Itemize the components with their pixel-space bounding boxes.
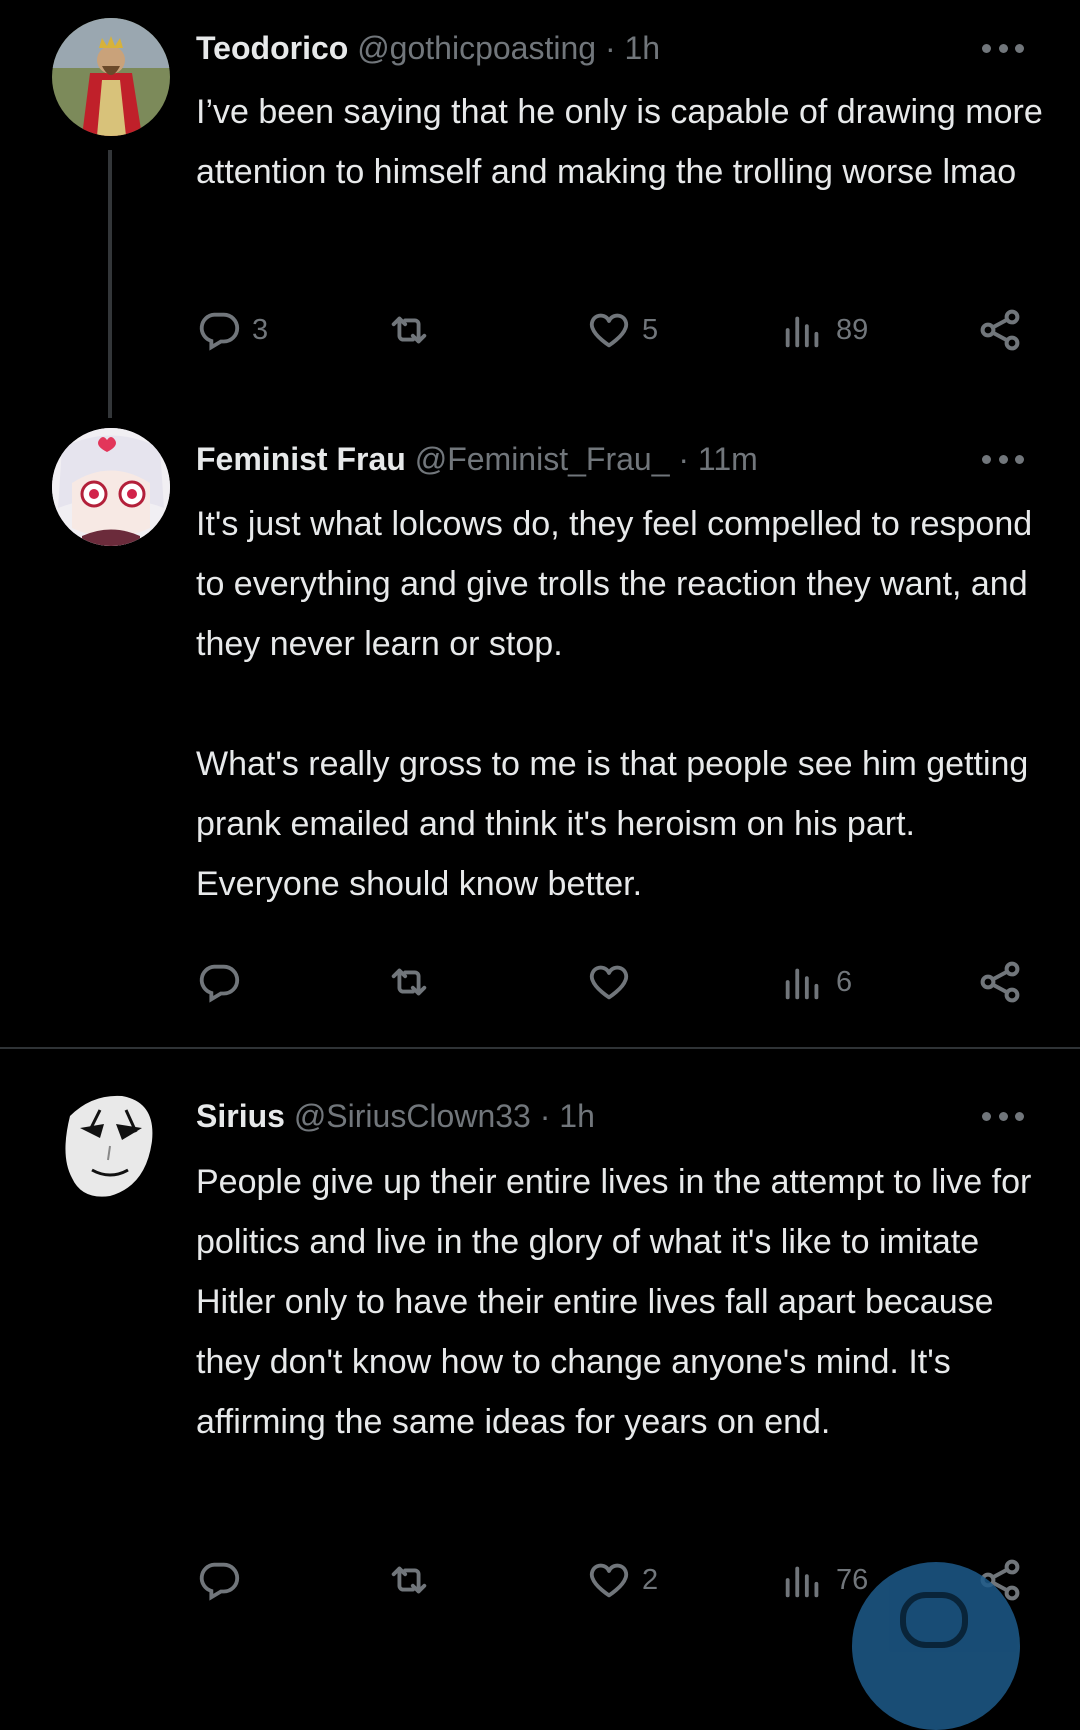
retweet-button[interactable]: [386, 1552, 442, 1608]
views-button[interactable]: 76: [780, 1552, 868, 1608]
views-button[interactable]: 6: [780, 954, 852, 1010]
share-icon: [980, 309, 1020, 351]
user-handle[interactable]: @gothicpoasting: [357, 30, 596, 66]
post-text: I’ve been saying that he only is capable…: [196, 93, 1053, 191]
avatar-image: [65, 1095, 153, 1197]
post-header: Teodorico @gothicpoasting · 1h: [196, 28, 660, 68]
timestamp[interactable]: 1h: [559, 1098, 595, 1134]
avatar-image: [52, 18, 170, 136]
views-icon: [785, 1566, 819, 1598]
like-button[interactable]: 2: [586, 1552, 658, 1608]
user-handle[interactable]: @SiriusClown33: [294, 1098, 531, 1134]
view-count: 89: [836, 313, 869, 346]
more-icon[interactable]: [982, 1110, 1024, 1122]
views-icon: [785, 316, 819, 348]
user-handle[interactable]: @Feminist_Frau_: [415, 441, 670, 477]
retweet-icon: [391, 1566, 427, 1594]
compose-icon: [900, 1592, 968, 1648]
display-name[interactable]: Sirius: [196, 1098, 285, 1134]
view-count: 6: [836, 965, 853, 998]
like-button[interactable]: [586, 954, 642, 1010]
post-text: People give up their entire lives in the…: [196, 1163, 1041, 1441]
like-count: 2: [642, 1563, 659, 1596]
divider: [0, 1047, 1080, 1049]
reply-icon: [199, 312, 240, 351]
reply-count: 3: [252, 313, 269, 346]
reply-icon: [199, 1562, 240, 1601]
avatar[interactable]: [52, 428, 170, 546]
action-bar: 6: [196, 954, 1026, 1010]
reply-button[interactable]: 3: [196, 302, 268, 358]
heart-icon: [589, 1563, 629, 1598]
separator: ·: [604, 30, 616, 66]
post-header: Feminist Frau @Feminist_Frau_ · 11m: [196, 439, 758, 479]
display-name[interactable]: Feminist Frau: [196, 441, 406, 477]
views-icon: [785, 968, 819, 1000]
display-name[interactable]: Teodorico: [196, 30, 348, 66]
timestamp[interactable]: 1h: [624, 30, 660, 66]
share-button[interactable]: [976, 302, 1024, 358]
more-icon[interactable]: [982, 453, 1024, 465]
like-button[interactable]: 5: [586, 302, 658, 358]
views-button[interactable]: 89: [780, 302, 868, 358]
post-header: Sirius @SiriusClown33 · 1h: [196, 1096, 595, 1136]
action-bar: 3 5 89: [196, 302, 1026, 358]
share-icon: [980, 961, 1020, 1003]
view-count: 76: [836, 1563, 869, 1596]
post-text: It's just what lolcows do, they feel com…: [196, 505, 1033, 903]
share-button[interactable]: [976, 954, 1024, 1010]
reply-button[interactable]: [196, 954, 252, 1010]
more-icon[interactable]: [982, 42, 1024, 54]
compose-button[interactable]: [852, 1562, 1020, 1730]
retweet-button[interactable]: [386, 954, 442, 1010]
thread-line: [108, 150, 112, 418]
heart-icon: [589, 313, 629, 348]
avatar[interactable]: [52, 18, 170, 136]
retweet-button[interactable]: [386, 302, 442, 358]
avatar-image: [52, 428, 170, 546]
separator: ·: [678, 441, 690, 477]
heart-icon: [589, 965, 629, 1000]
avatar[interactable]: [52, 1086, 170, 1204]
timestamp[interactable]: 11m: [698, 441, 758, 477]
like-count: 5: [642, 313, 659, 346]
retweet-icon: [391, 316, 427, 344]
reply-icon: [199, 964, 240, 1003]
retweet-icon: [391, 968, 427, 996]
reply-button[interactable]: [196, 1552, 252, 1608]
separator: ·: [539, 1098, 551, 1134]
